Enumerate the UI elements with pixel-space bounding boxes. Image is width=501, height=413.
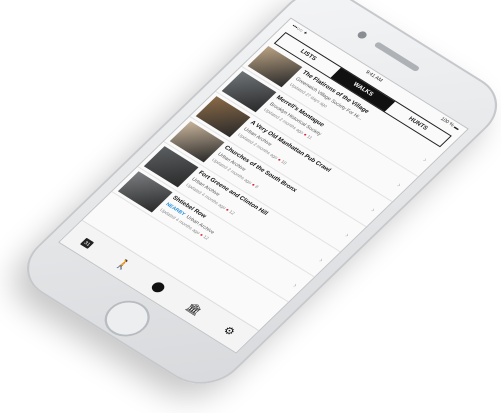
stop-count: 10: [279, 159, 288, 166]
chevron-right-icon: ›: [368, 206, 378, 214]
chevron-right-icon: ›: [394, 180, 404, 189]
chevron-right-icon: ›: [316, 256, 326, 264]
scene: •••○○ ✦ 9:41 AM 100 % ▬ LISTS WALKS HUNT…: [0, 0, 501, 413]
walks-button[interactable]: 🚶: [110, 255, 137, 275]
museum-button[interactable]: 🏛: [181, 299, 208, 319]
walks-list: The Flatirons of the Village Greenwich V…: [111, 41, 444, 303]
walks-icon: 🚶: [113, 256, 134, 273]
stop-count: 8: [253, 184, 260, 190]
stop-count: 12: [227, 209, 236, 216]
settings-button[interactable]: ⚙: [216, 321, 243, 341]
front-camera: [355, 29, 369, 40]
stop-count: 11: [305, 134, 314, 141]
status-time: 9:41 AM: [363, 69, 384, 84]
map-button[interactable]: ⬤: [146, 277, 173, 297]
chevron-right-icon: ›: [290, 281, 300, 290]
earpiece-speaker: [373, 41, 421, 73]
museum-icon: 🏛: [183, 300, 205, 317]
calendar-button[interactable]: 31: [75, 233, 101, 252]
settings-icon: ⚙: [220, 324, 238, 338]
chevron-right-icon: ›: [342, 231, 352, 239]
chevron-right-icon: ›: [420, 155, 430, 164]
stop-count: 12: [201, 234, 210, 241]
iphone-device: •••○○ ✦ 9:41 AM 100 % ▬ LISTS WALKS HUNT…: [9, 0, 501, 398]
map-pin-icon: ⬤: [148, 279, 169, 295]
home-button[interactable]: [95, 293, 159, 344]
calendar-icon: 31: [80, 237, 95, 250]
signal-indicator: •••○○ ✦: [290, 23, 309, 37]
